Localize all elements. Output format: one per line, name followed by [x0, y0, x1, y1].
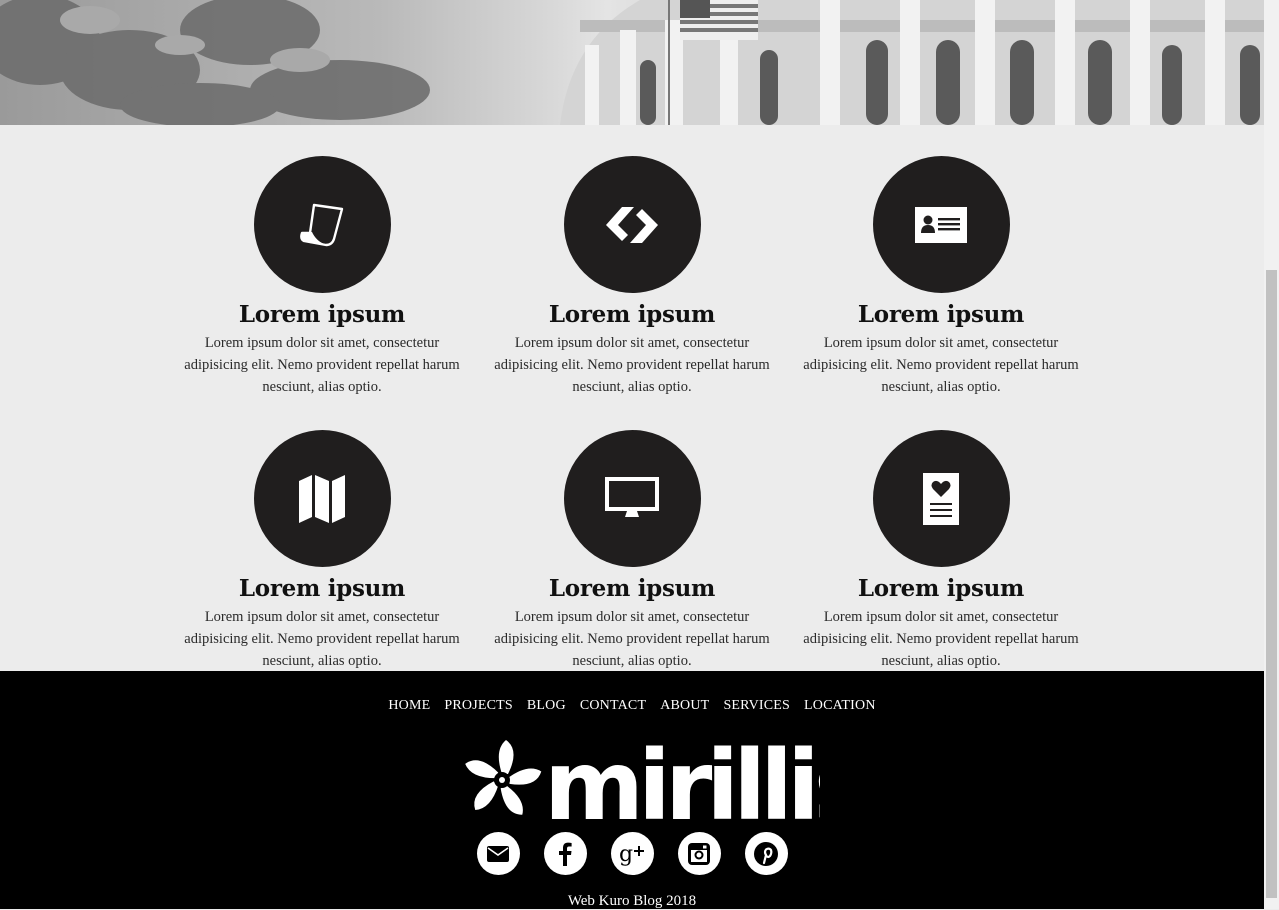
features-section: Lorem ipsum Lorem ipsum dolor sit amet, … [0, 125, 1264, 671]
pinterest-button[interactable] [744, 832, 788, 875]
feature-text: Lorem ipsum dolor sit amet, consectetur … [803, 335, 1079, 395]
copyright-text: Web Kuro Blog 2018 [567, 893, 697, 909]
facebook-button[interactable] [543, 832, 587, 875]
vertical-scrollbar[interactable] [1264, 0, 1279, 909]
instagram-icon [688, 842, 710, 865]
feature-icon-circle [563, 430, 701, 567]
page-curl-icon [300, 203, 344, 246]
nav-link-about[interactable]: ABOUT [660, 698, 709, 714]
feature-icon-circle [872, 156, 1010, 293]
logo-wordmark: mirillis [544, 730, 820, 823]
google-plus-button[interactable]: g [610, 832, 654, 875]
feature-title: Lorem ipsum [548, 301, 716, 328]
map-icon [299, 474, 345, 523]
feature-text: Lorem ipsum dolor sit amet, consectetur … [184, 609, 460, 669]
capitol-building-image [0, 0, 1264, 125]
feature-card: Lorem ipsum Lorem ipsum dolor sit amet, … [487, 156, 777, 398]
nav-link-contact[interactable]: CONTACT [580, 698, 646, 714]
email-icon [487, 845, 509, 862]
monitor-icon [605, 476, 659, 517]
mirillis-logo[interactable]: mirillis [460, 723, 873, 842]
feature-icon-circle [253, 156, 391, 293]
link-chain-icon [606, 206, 658, 243]
feature-text: Lorem ipsum dolor sit amet, consectetur … [494, 335, 770, 395]
footer: HOME PROJECTS BLOG CONTACT ABOUT SERVICE… [0, 671, 1264, 909]
feature-title: Lorem ipsum [238, 301, 406, 328]
feature-title: Lorem ipsum [857, 301, 1025, 328]
feature-text: Lorem ipsum dolor sit amet, consectetur … [803, 609, 1079, 669]
feature-card: Lorem ipsum Lorem ipsum dolor sit amet, … [177, 430, 467, 672]
feature-title: Lorem ipsum [238, 575, 406, 602]
nav-link-home[interactable]: HOME [388, 698, 430, 714]
instagram-button[interactable] [677, 832, 721, 875]
feature-title: Lorem ipsum [548, 575, 716, 602]
social-links: g [0, 832, 1264, 875]
hero-image [0, 0, 1264, 125]
heart-document-icon [923, 472, 959, 525]
nav-link-location[interactable]: LOCATION [804, 698, 876, 714]
nav-link-projects[interactable]: PROJECTS [444, 698, 513, 714]
feature-card: Lorem ipsum Lorem ipsum dolor sit amet, … [177, 156, 467, 398]
svg-text:g: g [619, 842, 633, 866]
facebook-icon [559, 842, 572, 866]
feature-title: Lorem ipsum [857, 575, 1025, 602]
logo-graphic: mirillis [465, 730, 873, 842]
scrollbar-thumb[interactable] [1266, 270, 1277, 898]
footer-nav: HOME PROJECTS BLOG CONTACT ABOUT SERVICE… [0, 698, 1264, 714]
feature-card: Lorem ipsum Lorem ipsum dolor sit amet, … [487, 430, 777, 672]
feature-icon-circle [253, 430, 391, 567]
feature-icon-circle [872, 430, 1010, 567]
pinterest-icon [754, 841, 778, 866]
feature-card: Lorem ipsum Lorem ipsum dolor sit amet, … [796, 156, 1086, 398]
email-button[interactable] [476, 832, 520, 875]
feature-icon-circle [563, 156, 701, 293]
feature-text: Lorem ipsum dolor sit amet, consectetur … [494, 609, 770, 669]
feature-card: Lorem ipsum Lorem ipsum dolor sit amet, … [796, 430, 1086, 672]
nav-link-services[interactable]: SERVICES [723, 698, 790, 714]
id-card-icon [915, 206, 967, 243]
nav-link-blog[interactable]: BLOG [527, 698, 566, 714]
feature-text: Lorem ipsum dolor sit amet, consectetur … [184, 335, 460, 395]
google-plus-icon: g [619, 842, 644, 866]
